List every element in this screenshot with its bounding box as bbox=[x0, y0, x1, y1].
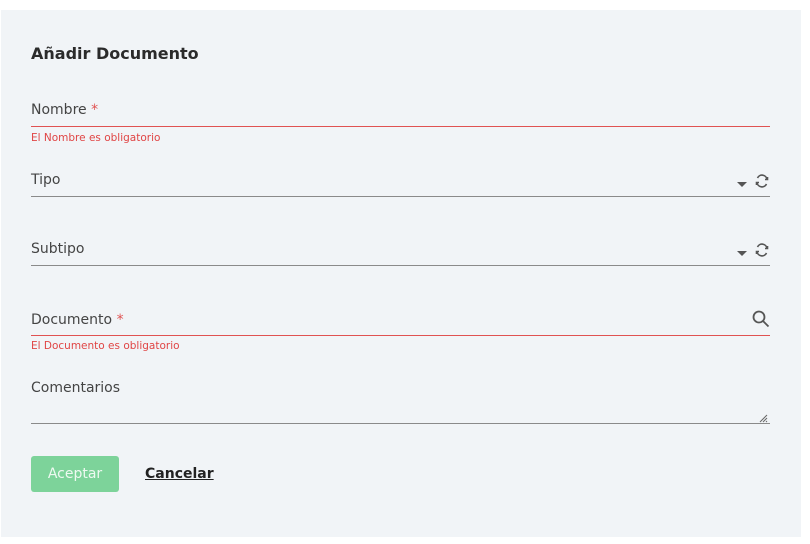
subtipo-label: Subtipo bbox=[31, 241, 85, 257]
subtipo-underline bbox=[31, 265, 770, 266]
documento-underline bbox=[31, 335, 770, 336]
nombre-underline bbox=[31, 126, 770, 127]
tipo-label: Tipo bbox=[31, 172, 61, 188]
nombre-error: El Nombre es obligatorio bbox=[31, 132, 161, 144]
tipo-select[interactable]: Tipo bbox=[31, 172, 770, 202]
chevron-down-icon[interactable] bbox=[736, 174, 748, 193]
add-document-dialog: Añadir Documento Nombre * El Nombre es o… bbox=[1, 10, 801, 537]
accept-button[interactable]: Aceptar bbox=[31, 456, 119, 492]
comentarios-underline bbox=[31, 423, 770, 424]
subtipo-select[interactable]: Subtipo bbox=[31, 241, 770, 271]
documento-label: Documento * bbox=[31, 312, 124, 328]
refresh-icon[interactable] bbox=[754, 242, 770, 262]
comentarios-textarea[interactable]: Comentarios bbox=[31, 380, 770, 425]
resize-handle-icon[interactable] bbox=[759, 408, 768, 427]
nombre-label: Nombre * bbox=[31, 102, 99, 118]
dialog-title: Añadir Documento bbox=[31, 44, 199, 63]
comentarios-label: Comentarios bbox=[31, 380, 121, 396]
cancel-link[interactable]: Cancelar bbox=[145, 466, 214, 482]
tipo-underline bbox=[31, 196, 770, 197]
refresh-icon[interactable] bbox=[754, 173, 770, 193]
documento-field[interactable]: Documento * El Documento es obligatorio bbox=[31, 310, 770, 360]
search-icon[interactable] bbox=[752, 310, 770, 328]
chevron-down-icon[interactable] bbox=[736, 243, 748, 262]
nombre-field[interactable]: Nombre * El Nombre es obligatorio bbox=[31, 102, 770, 152]
documento-error: El Documento es obligatorio bbox=[31, 340, 180, 352]
